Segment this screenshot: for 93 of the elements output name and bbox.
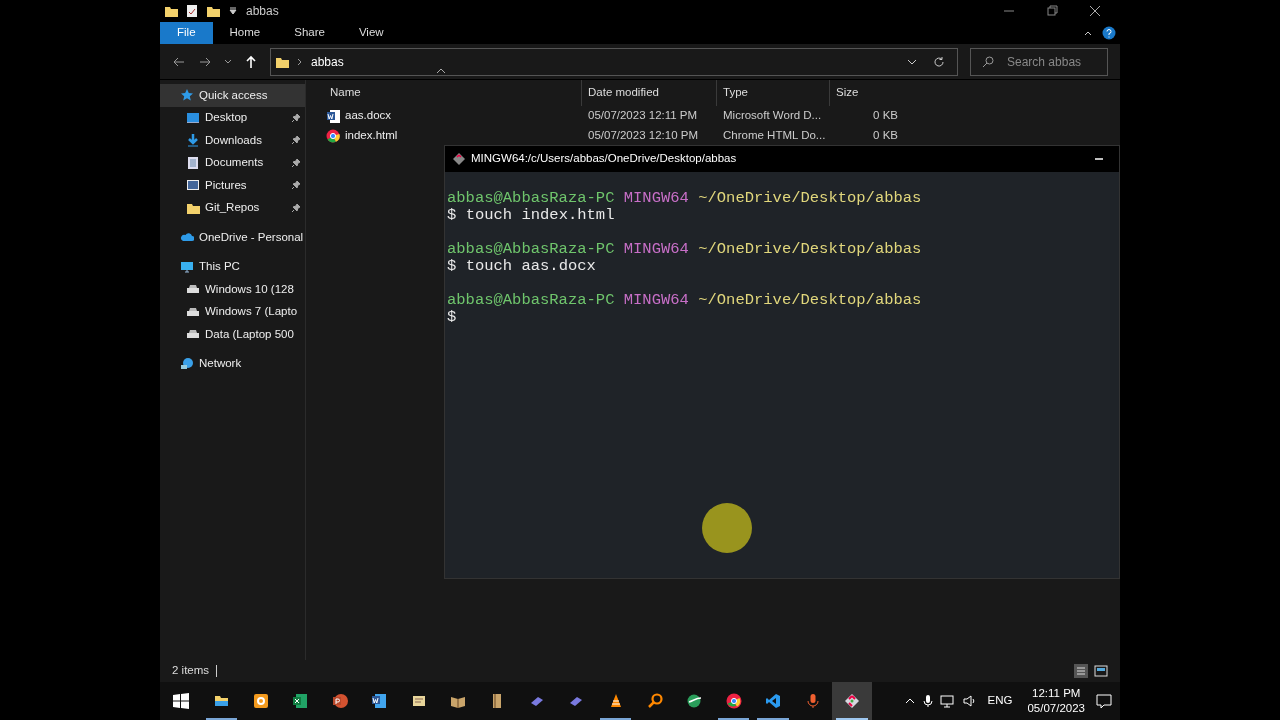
dropdown-icon[interactable] (224, 57, 232, 66)
code-editor-icon (765, 693, 782, 709)
prompt-symbol: $ (447, 308, 457, 326)
file-size: 0 KB (873, 129, 898, 142)
column-header[interactable]: Size (829, 80, 904, 106)
globe-icon (326, 129, 340, 143)
language-indicator[interactable]: ENG (983, 692, 1017, 710)
pc-icon (180, 259, 194, 274)
sidebar-item[interactable]: Network (160, 352, 305, 375)
address-bar[interactable]: abbas (270, 47, 958, 76)
sidebar-item[interactable]: Desktop (160, 106, 305, 129)
properties-icon[interactable] (186, 4, 198, 18)
presentation-icon (331, 693, 348, 709)
refresh-icon[interactable] (933, 55, 945, 68)
file-size: 0 KB (873, 109, 898, 122)
sidebar-item[interactable]: Windows 7 (Lapto (160, 300, 305, 323)
file-date: 05/07/2023 12:10 PM (588, 129, 698, 142)
spreadsheet-icon (292, 693, 309, 709)
prompt-symbol: $ (447, 206, 457, 224)
sidebar-item[interactable]: Pictures (160, 174, 305, 197)
prompt-path: ~/OneDrive/Desktop/abbas (698, 240, 922, 258)
search-icon (982, 55, 994, 68)
app-icon (253, 693, 270, 709)
file-name[interactable]: aas.docx (345, 107, 392, 125)
column-header[interactable]: Type (716, 80, 829, 106)
sidebar-item[interactable]: Documents (160, 151, 305, 174)
globe-icon (725, 693, 742, 709)
sidebar-item[interactable]: Git_Repos (160, 196, 305, 219)
folder-icon (164, 4, 178, 18)
folder-icon[interactable] (206, 4, 220, 18)
help-icon[interactable] (1102, 26, 1116, 40)
file-date: 05/07/2023 12:11 PM (588, 109, 698, 122)
microphone-icon (804, 693, 821, 709)
document-icon (186, 155, 200, 170)
minimize-icon (1003, 10, 1014, 12)
diamond-icon (453, 153, 465, 165)
prompt-system: MINGW64 (623, 189, 689, 207)
prompt-path: ~/OneDrive/Desktop/abbas (698, 291, 922, 309)
up-icon[interactable] (244, 54, 258, 69)
prompt-user: abbas@AbbasRaza-PC (447, 240, 615, 258)
magnifier-icon (647, 693, 663, 709)
file-name[interactable]: index.html (345, 127, 398, 145)
speaker-icon[interactable] (962, 694, 977, 708)
windows-icon (173, 693, 189, 709)
diamond-icon (843, 693, 860, 709)
picture-icon (186, 178, 200, 193)
details-view-icon[interactable] (1074, 664, 1088, 678)
prompt-system: MINGW64 (623, 291, 689, 309)
sidebar-item[interactable]: Quick access (160, 84, 305, 107)
prompt-system: MINGW64 (623, 240, 689, 258)
column-header[interactable]: Date modified (581, 80, 716, 106)
document-icon (326, 109, 340, 123)
column-header[interactable]: Name (324, 80, 581, 106)
terminal-command: touch aas.docx (465, 257, 596, 275)
terminal-title: MINGW64:/c/Users/abbas/OneDrive/Desktop/abbas (471, 151, 737, 167)
prompt-path: ~/OneDrive/Desktop/abbas (698, 189, 922, 207)
network-icon (180, 356, 194, 371)
network-icon[interactable] (939, 694, 956, 708)
sidebar-item[interactable]: OneDrive - Personal (160, 226, 305, 249)
star-icon (180, 88, 194, 103)
dropdown-icon[interactable] (228, 6, 238, 16)
ribbon-tab[interactable]: Home (212, 22, 278, 44)
prompt-symbol: $ (447, 257, 457, 275)
taskbar-app[interactable] (832, 682, 872, 720)
scroll-icon (410, 693, 427, 709)
chevron-icon (297, 57, 303, 66)
window-title: abbas (246, 3, 279, 20)
clock-date[interactable]: 05/07/2023 (1027, 701, 1085, 716)
address-path: abbas (311, 53, 344, 71)
sort-icon (436, 68, 446, 74)
notification-icon[interactable] (1096, 693, 1112, 709)
document-icon (371, 693, 388, 709)
microphone-icon[interactable] (922, 694, 933, 708)
download-icon (186, 133, 200, 148)
search-field[interactable]: Search abbas (970, 47, 1108, 76)
file-type: Microsoft Word D... (723, 109, 822, 122)
sidebar-item[interactable]: Windows 10 (128 (160, 278, 305, 301)
file-type: Chrome HTML Do... (723, 129, 826, 142)
folder-icon (213, 693, 230, 709)
ribbon-tab[interactable]: Share (277, 22, 342, 44)
sidebar-item[interactable]: Data (Laptop 500 (160, 323, 305, 346)
item-count: 2 items (172, 663, 210, 679)
sidebar-item[interactable]: Downloads (160, 129, 305, 152)
tiles-view-icon[interactable] (1094, 664, 1108, 678)
terminal-command: touch index.html (465, 206, 615, 224)
globe-icon (686, 693, 703, 709)
clock-time[interactable]: 12:11 PM (1032, 686, 1081, 701)
desktop-icon (186, 110, 200, 125)
prompt-user: abbas@AbbasRaza-PC (447, 291, 615, 309)
ribbon-tab[interactable]: View (341, 22, 401, 44)
sidebar-item[interactable]: This PC (160, 255, 305, 278)
ribbon-tab[interactable]: File (160, 22, 213, 44)
prompt-user: abbas@AbbasRaza-PC (447, 189, 615, 207)
